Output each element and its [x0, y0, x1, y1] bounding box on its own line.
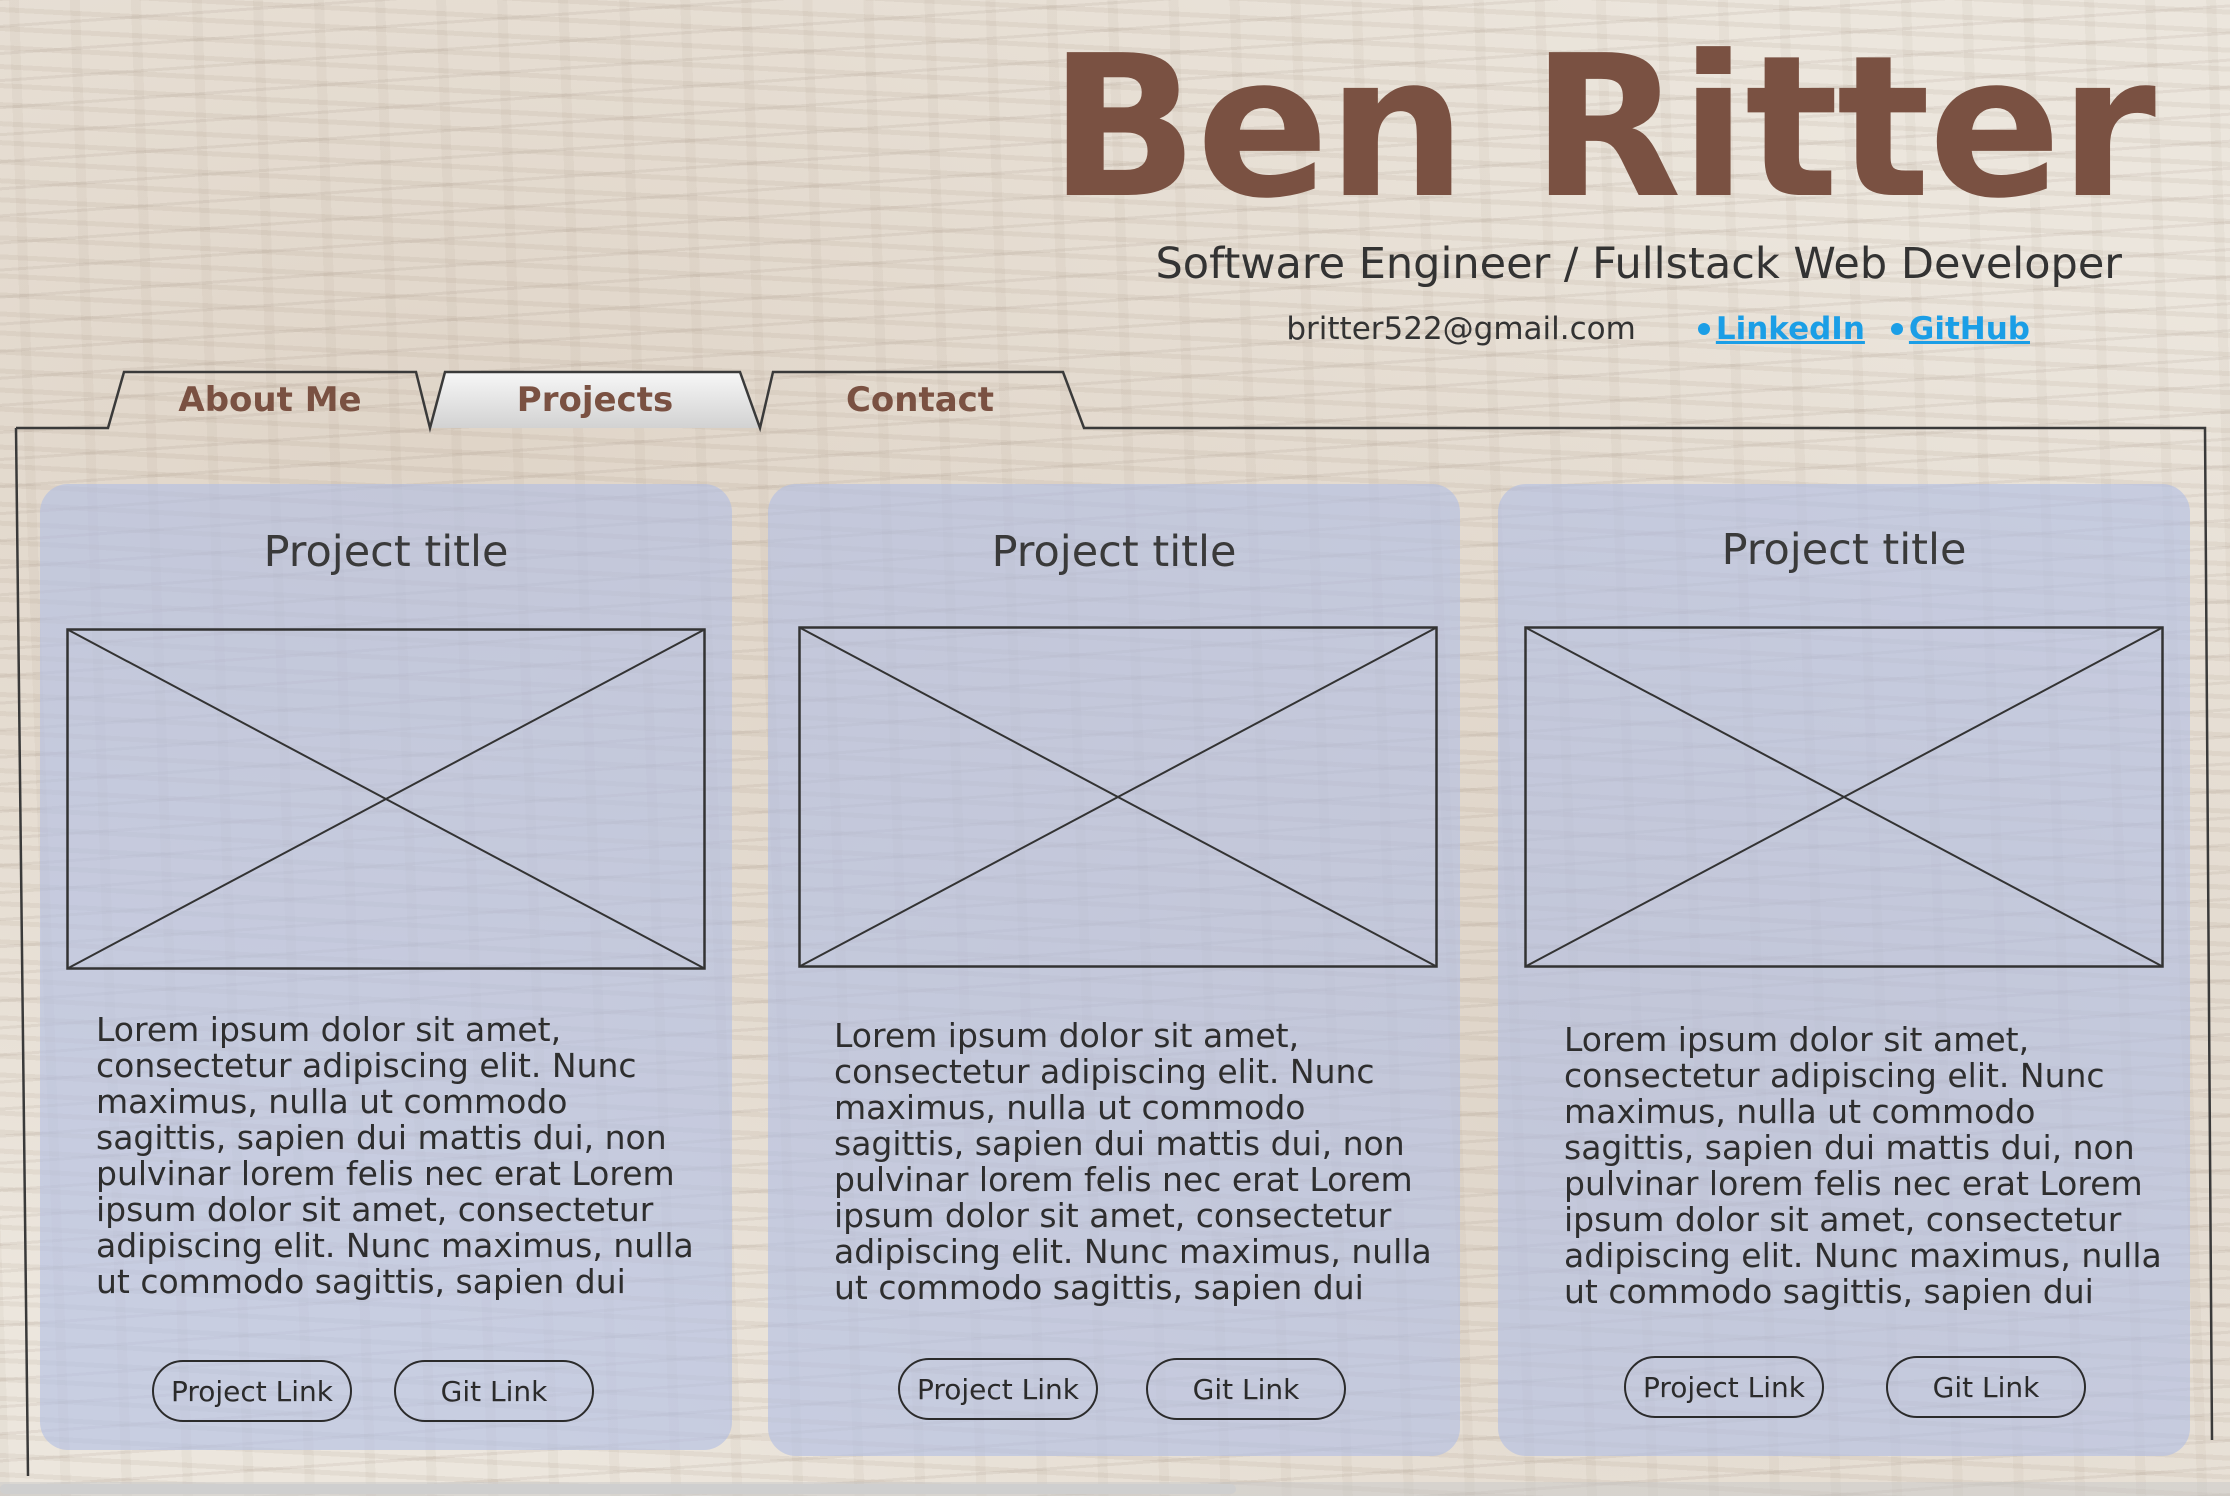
linkedin-link[interactable]: LinkedIn — [1697, 308, 1865, 350]
project-card: Project title Lorem ipsum dolor sit amet… — [1498, 484, 2190, 1456]
linkedin-label: LinkedIn — [1715, 311, 1865, 347]
scrollbar-thumb[interactable] — [0, 1484, 1236, 1494]
image-placeholder-icon — [66, 628, 706, 970]
email-text: britter522@gmail.com — [1286, 311, 1636, 347]
tab-about-me[interactable]: About Me — [120, 370, 420, 430]
site-name: Ben Ritter — [1048, 14, 2156, 242]
git-link-button[interactable]: Git Link — [1146, 1358, 1346, 1420]
project-title: Project title — [263, 527, 509, 577]
tab-projects[interactable]: Projects — [445, 370, 745, 430]
project-link-button[interactable]: Project Link — [1624, 1356, 1824, 1418]
project-description: Lorem ipsum dolor sit amet, consectetur … — [96, 1012, 694, 1301]
site-subtitle: Software Engineer / Fullstack Web Develo… — [1155, 239, 2122, 289]
project-title: Project title — [1721, 525, 1967, 575]
github-link[interactable]: GitHub — [1890, 308, 2030, 350]
git-link-button[interactable]: Git Link — [1886, 1356, 2086, 1418]
horizontal-scrollbar[interactable] — [0, 1482, 2230, 1496]
git-link-button[interactable]: Git Link — [394, 1360, 594, 1422]
project-description: Lorem ipsum dolor sit amet, consectetur … — [834, 1018, 1432, 1307]
image-placeholder-icon — [1524, 626, 2164, 968]
bullet-icon — [1697, 323, 1710, 335]
contact-row: britter522@gmail.com LinkedIn GitHub — [1286, 308, 2030, 350]
bullet-icon — [1890, 323, 1903, 335]
project-link-button[interactable]: Project Link — [152, 1360, 352, 1422]
github-label: GitHub — [1908, 311, 2030, 347]
project-card: Project title Lorem ipsum dolor sit amet… — [40, 484, 732, 1450]
project-link-button[interactable]: Project Link — [898, 1358, 1098, 1420]
project-description: Lorem ipsum dolor sit amet, consectetur … — [1564, 1022, 2162, 1311]
image-placeholder-icon — [798, 626, 1438, 968]
project-title: Project title — [991, 527, 1237, 577]
tab-contact[interactable]: Contact — [770, 370, 1070, 430]
project-card: Project title Lorem ipsum dolor sit amet… — [768, 484, 1460, 1456]
